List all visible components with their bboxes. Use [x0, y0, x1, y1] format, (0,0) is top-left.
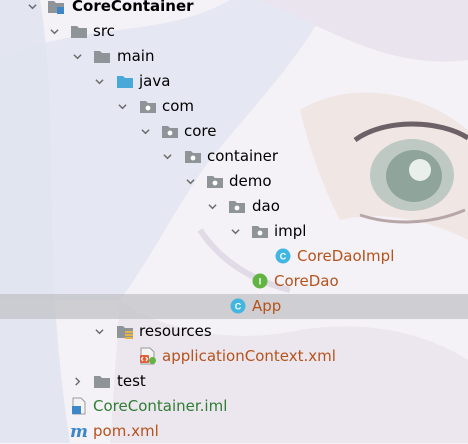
tree-item-label: resources — [139, 322, 212, 340]
tree-item-label: impl — [274, 222, 307, 240]
tree-item-label: pom.xml — [93, 422, 159, 440]
resources-folder-icon — [117, 326, 133, 339]
tree-item-label: main — [117, 47, 155, 65]
chevron-down-icon[interactable] — [118, 102, 127, 111]
xml-file-icon — [140, 347, 156, 365]
java-class-icon: C — [275, 248, 291, 264]
tree-item-label: CoreDaoImpl — [297, 247, 395, 265]
maven-badge-letter: m — [70, 422, 88, 440]
tree-row-com[interactable]: com — [0, 94, 468, 119]
chevron-down-icon[interactable] — [28, 2, 37, 11]
tree-item-label: CoreContainer — [72, 0, 194, 15]
class-badge-letter: C — [280, 252, 287, 262]
tree-row-applicationcontext-xml[interactable]: applicationContext.xml — [0, 344, 468, 369]
project-tree: CoreContainer src main java com core con… — [0, 0, 468, 444]
iml-file-icon — [72, 397, 86, 415]
tree-item-label: demo — [229, 172, 272, 190]
java-interface-icon: I — [252, 273, 268, 289]
tree-row-demo[interactable]: demo — [0, 169, 468, 194]
folder-icon — [94, 51, 110, 63]
chevron-right-icon[interactable] — [73, 377, 82, 386]
tree-row-app[interactable]: C App — [0, 294, 468, 319]
tree-row-src[interactable]: src — [0, 19, 468, 44]
tree-item-label: test — [117, 372, 146, 390]
tree-row-corecontainer[interactable]: CoreContainer — [0, 0, 468, 19]
package-icon — [229, 201, 245, 213]
tree-row-resources[interactable]: resources — [0, 319, 468, 344]
tree-row-pom-xml[interactable]: m pom.xml — [0, 419, 468, 444]
tree-row-main[interactable]: main — [0, 44, 468, 69]
chevron-down-icon[interactable] — [50, 27, 59, 36]
tree-item-label: core — [184, 122, 217, 140]
tree-item-label: src — [93, 22, 115, 40]
module-folder-icon — [48, 1, 64, 14]
source-folder-icon — [117, 76, 133, 88]
chevron-down-icon[interactable] — [231, 227, 240, 236]
tree-item-label: App — [252, 297, 282, 315]
tree-item-label: java — [139, 72, 171, 90]
chevron-down-icon[interactable] — [95, 327, 104, 336]
folder-icon — [94, 376, 110, 388]
tree-row-java[interactable]: java — [0, 69, 468, 94]
tree-item-label: CoreContainer.iml — [93, 397, 228, 415]
chevron-down-icon[interactable] — [95, 77, 104, 86]
chevron-down-icon[interactable] — [163, 152, 172, 161]
tree-row-dao[interactable]: dao — [0, 194, 468, 219]
tree-item-label: dao — [252, 197, 280, 215]
package-icon — [207, 176, 223, 188]
package-icon — [162, 126, 178, 138]
tree-item-label: com — [162, 97, 195, 115]
tree-row-test[interactable]: test — [0, 369, 468, 394]
tree-row-corecontainer-iml[interactable]: CoreContainer.iml — [0, 394, 468, 419]
tree-item-label: applicationContext.xml — [162, 347, 336, 365]
tree-row-impl[interactable]: impl — [0, 219, 468, 244]
chevron-down-icon[interactable] — [208, 202, 217, 211]
java-class-icon: C — [230, 298, 246, 314]
tree-item-label: container — [207, 147, 279, 165]
chevron-down-icon[interactable] — [186, 177, 195, 186]
package-icon — [185, 151, 201, 163]
chevron-down-icon[interactable] — [73, 52, 82, 61]
package-icon — [252, 226, 268, 238]
tree-row-container[interactable]: container — [0, 144, 468, 169]
package-icon — [140, 101, 156, 113]
maven-icon: m — [70, 422, 88, 440]
class-badge-letter: C — [235, 302, 242, 312]
tree-row-coredao[interactable]: I CoreDao — [0, 269, 468, 294]
tree-item-label: CoreDao — [274, 272, 339, 290]
interface-badge-letter: I — [259, 277, 262, 287]
chevron-down-icon[interactable] — [141, 127, 150, 136]
tree-row-coredaoimpl[interactable]: C CoreDaoImpl — [0, 244, 468, 269]
folder-icon — [71, 26, 87, 38]
tree-row-core[interactable]: core — [0, 119, 468, 144]
